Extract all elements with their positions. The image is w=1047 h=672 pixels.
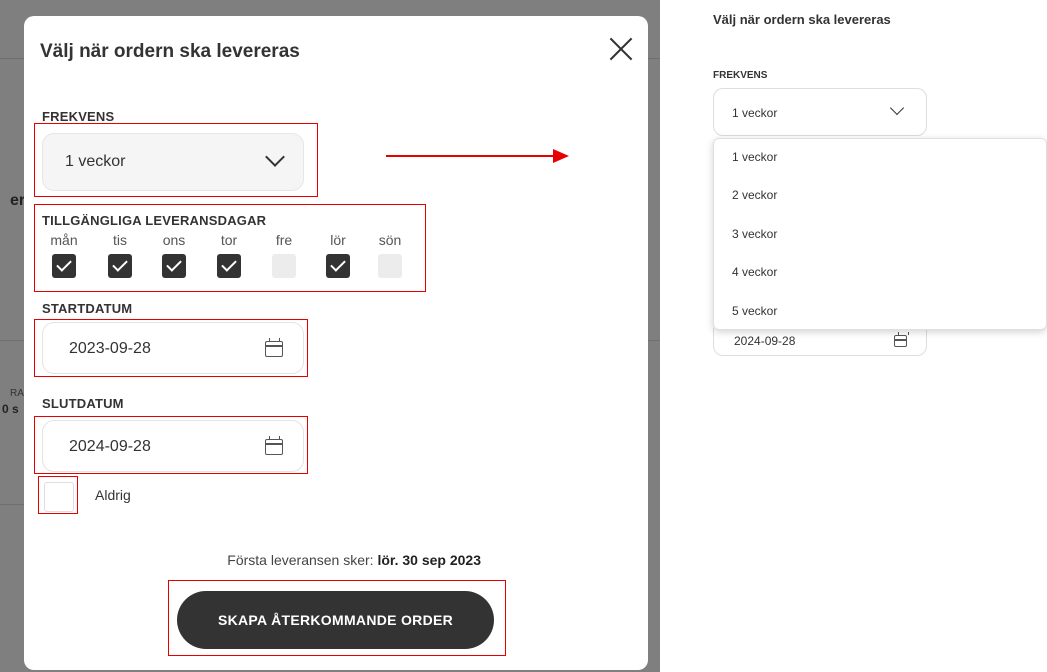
chevron-down-icon	[889, 100, 905, 116]
modal-title: Välj när ordern ska levereras	[40, 41, 300, 62]
highlight-end-date	[34, 416, 308, 474]
frequency-option[interactable]: 1 veckor	[732, 150, 777, 164]
never-label: Aldrig	[95, 487, 131, 503]
dropdown-frequency-value: 1 veckor	[732, 106, 778, 120]
first-delivery-prefix: Första leveransen sker:	[227, 552, 374, 568]
background-text-fragment: RA	[10, 388, 24, 399]
background-divider	[648, 58, 660, 59]
dropdown-frequency-select[interactable]: 1 veckor	[713, 88, 927, 136]
frequency-option[interactable]: 4 veckor	[732, 265, 777, 279]
highlight-delivery-days	[34, 204, 426, 292]
frequency-option[interactable]: 5 veckor	[732, 304, 777, 318]
dropdown-panel-title: Välj när ordern ska levereras	[713, 12, 891, 27]
start-date-label: STARTDATUM	[42, 301, 133, 316]
background-divider	[0, 504, 24, 505]
frequency-option[interactable]: 2 veckor	[732, 188, 777, 202]
delivery-schedule-modal: Välj när ordern ska levereras FREKVENS 1…	[24, 16, 648, 670]
highlight-frequency	[34, 123, 318, 197]
annotation-arrow-head	[553, 149, 569, 163]
annotation-arrow	[386, 155, 554, 157]
end-date-label: SLUTDATUM	[42, 396, 124, 411]
close-icon[interactable]	[608, 36, 634, 62]
dropdown-frequency-label: FREKVENS	[713, 70, 768, 81]
background-divider	[0, 58, 24, 59]
frequency-options-menu: 1 veckor 2 veckor 3 veckor 4 veckor 5 ve…	[713, 138, 1047, 330]
highlight-create-button	[168, 580, 506, 656]
frequency-label: FREKVENS	[42, 109, 115, 124]
first-delivery-date: lör. 30 sep 2023	[377, 552, 481, 568]
first-delivery-info: Första leveransen sker: lör. 30 sep 2023	[24, 552, 648, 568]
calendar-icon[interactable]	[894, 332, 909, 347]
background-divider	[648, 340, 660, 341]
background-text-fragment: er	[10, 192, 26, 209]
background-divider	[0, 340, 24, 341]
background-text-fragment: 0 s	[2, 402, 19, 416]
frequency-option[interactable]: 3 veckor	[732, 227, 777, 241]
dropdown-end-date-value: 2024-09-28	[734, 334, 796, 348]
dropdown-end-date-field[interactable]: 2024-09-28	[713, 328, 927, 356]
highlight-start-date	[34, 319, 308, 377]
highlight-never-checkbox	[38, 476, 78, 514]
